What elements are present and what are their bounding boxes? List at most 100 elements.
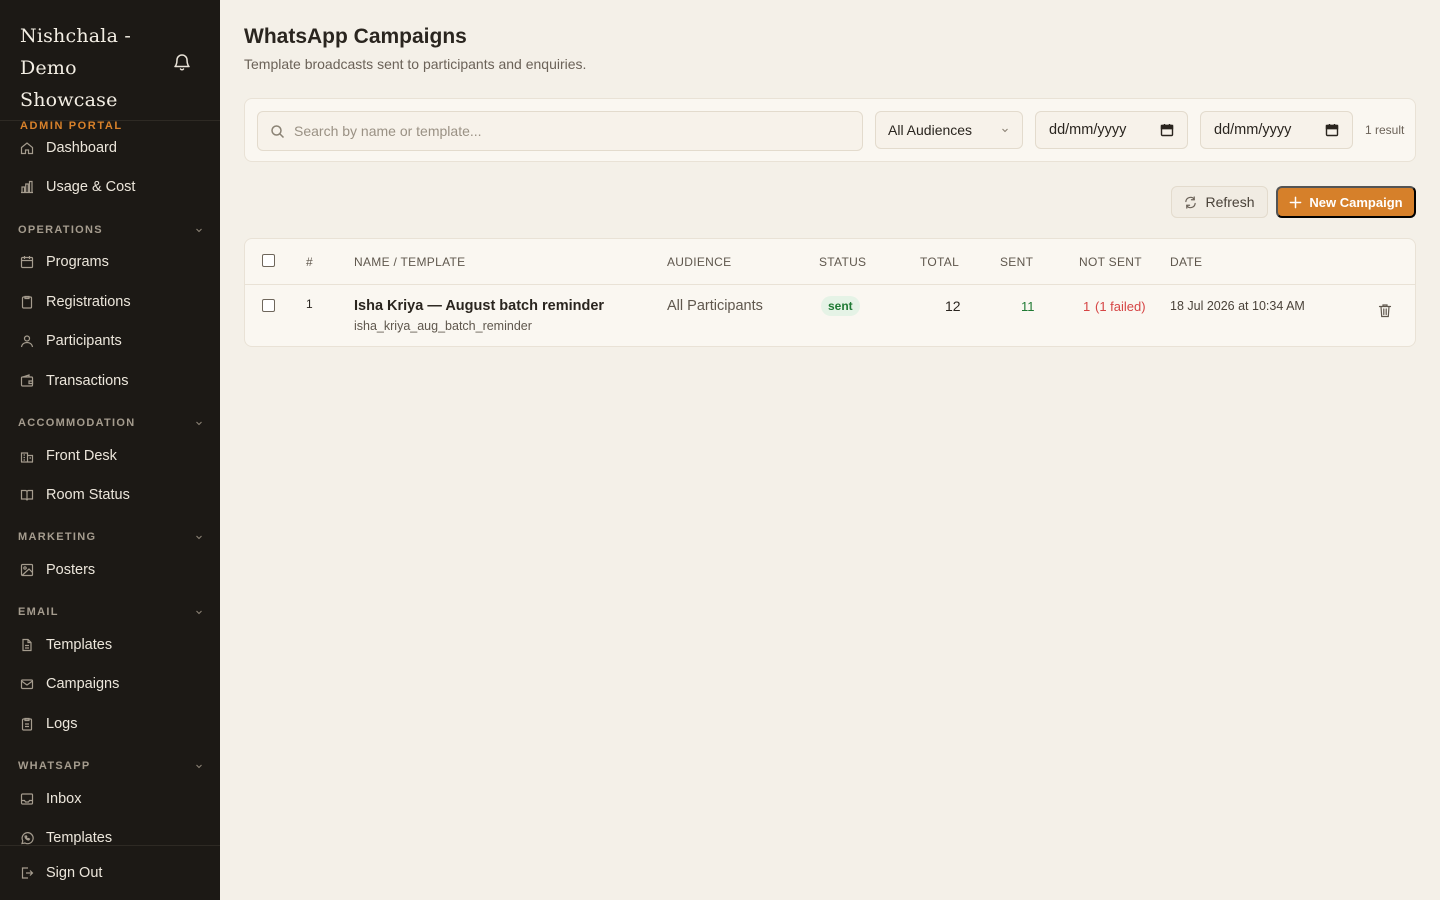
result-count: 1 result	[1365, 123, 1405, 137]
brand-name-line-2: Demo Showcase	[20, 57, 118, 111]
file-icon	[22, 638, 32, 652]
calendar-icon	[20, 256, 34, 269]
section-email[interactable]: EMAIL	[18, 602, 204, 622]
column-header-not-sent: NOT SENT	[1079, 255, 1142, 269]
select-all-checkbox[interactable]	[262, 254, 275, 267]
section-title: MARKETING	[18, 531, 97, 543]
not-sent-detail: (1 failed)	[1095, 299, 1146, 314]
sidebar-item-programs[interactable]: Programs	[0, 245, 220, 279]
column-header-date: DATE	[1170, 255, 1203, 269]
refresh-icon	[1185, 195, 1197, 209]
date-from-placeholder: dd/mm/yyyy	[1049, 122, 1127, 138]
sidebar-item-email-templates[interactable]: Templates	[0, 628, 220, 662]
sidebar-item-room-status[interactable]: Room Status	[0, 478, 220, 512]
home-icon	[20, 142, 34, 155]
logout-icon	[21, 867, 34, 879]
sidebar-item-usage-cost[interactable]: Usage & Cost	[0, 170, 220, 204]
refresh-button[interactable]: Refresh	[1171, 186, 1268, 218]
section-accommodation[interactable]: ACCOMMODATION	[18, 413, 204, 433]
user-icon	[20, 335, 34, 348]
sidebar-item-label: Participants	[46, 333, 122, 349]
delete-button[interactable]	[1378, 303, 1392, 318]
sidebar-item-label: Templates	[46, 637, 113, 653]
section-marketing[interactable]: MARKETING	[18, 527, 204, 547]
sidebar-item-participants[interactable]: Participants	[0, 324, 220, 358]
sidebar-item-front-desk[interactable]: Front Desk	[0, 439, 220, 473]
section-whatsapp[interactable]: WHATSAPP	[18, 756, 204, 776]
chevron-down-icon	[196, 764, 202, 769]
section-operations[interactable]: OPERATIONS	[18, 220, 204, 240]
sign-out-button[interactable]: Sign Out	[0, 856, 220, 890]
chevron-down-icon	[196, 610, 202, 615]
new-campaign-label: New Campaign	[1309, 194, 1403, 210]
audience-select[interactable]: All Audiences	[875, 111, 1023, 149]
plus-icon	[1290, 196, 1302, 208]
column-header-index: #	[306, 255, 313, 269]
filter-bar: All Audiences dd/mm/yyyy dd/mm/yyyy 1 re…	[244, 98, 1416, 162]
row-checkbox[interactable]	[262, 299, 275, 312]
sidebar-item-label: Inbox	[46, 791, 82, 807]
sidebar-item-whatsapp-inbox[interactable]: Inbox	[0, 782, 220, 816]
new-campaign-button[interactable]: New Campaign	[1276, 186, 1416, 218]
sidebar-item-label: Usage & Cost	[46, 179, 136, 195]
page-title: WhatsApp Campaigns	[244, 25, 467, 48]
sidebar-item-whatsapp-templates[interactable]: Templates	[0, 821, 220, 855]
section-title: OPERATIONS	[18, 224, 103, 236]
sidebar-item-label: Registrations	[46, 294, 131, 310]
sidebar-item-label: Dashboard	[46, 140, 117, 156]
sidebar-item-email-logs[interactable]: Logs	[0, 707, 220, 741]
trash-icon	[1378, 304, 1392, 318]
sidebar-item-label: Logs	[46, 716, 78, 732]
row-index: 1	[306, 297, 313, 311]
image-icon	[20, 563, 34, 577]
refresh-label: Refresh	[1205, 194, 1255, 210]
clipboard-icon	[21, 295, 33, 309]
status-badge: sent	[821, 296, 860, 316]
chevron-down-icon	[196, 421, 202, 426]
chevron-down-icon	[196, 228, 202, 233]
sidebar: Nishchala - Demo Showcase ADMIN PORTAL D…	[0, 0, 220, 900]
column-header-total: TOTAL	[920, 255, 960, 269]
search-box[interactable]	[257, 111, 863, 151]
inbox-icon	[20, 793, 34, 805]
sidebar-item-transactions[interactable]: Transactions	[0, 364, 220, 398]
section-title: ACCOMMODATION	[18, 417, 136, 429]
page-subtitle: Template broadcasts sent to participants…	[244, 56, 587, 72]
hotel-icon	[20, 452, 34, 463]
main-content: WhatsApp Campaigns Template broadcasts s…	[220, 0, 1440, 900]
campaign-template-name: isha_kriya_aug_batch_reminder	[354, 319, 532, 333]
column-header-sent: SENT	[1000, 255, 1034, 269]
calendar-icon[interactable]	[1325, 123, 1339, 137]
campaigns-table: # NAME / TEMPLATE AUDIENCE STATUS TOTAL …	[244, 238, 1416, 347]
book-open-icon	[20, 489, 34, 501]
column-header-status: STATUS	[819, 255, 867, 269]
bell-icon[interactable]	[173, 52, 191, 72]
sidebar-item-label: Room Status	[46, 487, 130, 503]
date-to-placeholder: dd/mm/yyyy	[1214, 122, 1292, 138]
section-title: EMAIL	[18, 606, 59, 618]
wallet-icon	[20, 374, 34, 387]
campaign-name[interactable]: Isha Kriya — August batch reminder	[354, 298, 604, 314]
brand-name-line-1: Nishchala -	[20, 25, 131, 47]
not-sent-count: 1	[1083, 299, 1091, 314]
sidebar-item-posters[interactable]: Posters	[0, 553, 220, 587]
column-header-name: NAME / TEMPLATE	[354, 255, 466, 269]
bar-chart-icon	[21, 180, 33, 194]
column-header-audience: AUDIENCE	[667, 255, 732, 269]
sidebar-item-email-campaigns[interactable]: Campaigns	[0, 667, 220, 701]
chevron-down-icon	[196, 535, 202, 540]
date-to-input[interactable]: dd/mm/yyyy	[1200, 111, 1353, 149]
calendar-icon[interactable]	[1160, 123, 1174, 137]
sidebar-item-label: Campaigns	[46, 676, 120, 692]
sidebar-item-label: Transactions	[46, 373, 129, 389]
sent-count: 11	[1021, 299, 1035, 314]
mail-icon	[20, 679, 34, 690]
sidebar-item-dashboard[interactable]: Dashboard	[0, 131, 220, 165]
section-title: WHATSAPP	[18, 760, 91, 772]
sign-out-label: Sign Out	[46, 865, 103, 881]
sidebar-divider	[0, 120, 220, 121]
search-input[interactable]	[294, 123, 854, 139]
date-from-input[interactable]: dd/mm/yyyy	[1035, 111, 1188, 149]
sidebar-item-label: Templates	[46, 830, 113, 846]
sidebar-item-registrations[interactable]: Registrations	[0, 285, 220, 319]
